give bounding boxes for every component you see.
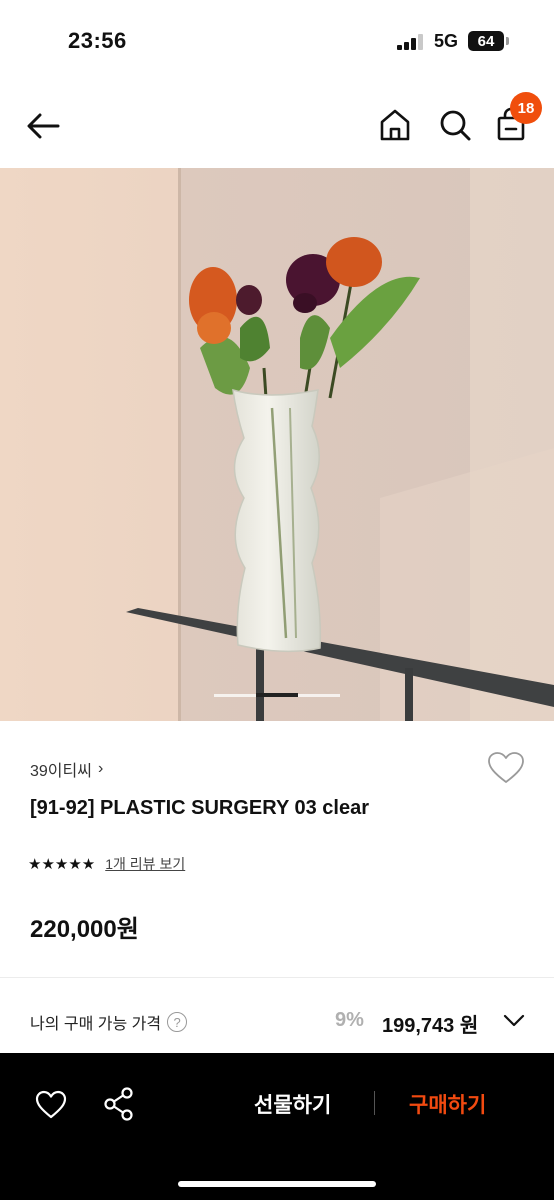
home-indicator: [178, 1181, 376, 1187]
rating-row: ★★★★★ 1개 리뷰 보기: [28, 854, 185, 874]
status-bar: 23:56 5G 64: [0, 0, 554, 84]
gift-button[interactable]: 선물하기: [254, 1089, 331, 1119]
product-image[interactable]: [0, 168, 554, 721]
help-icon[interactable]: ?: [167, 1012, 188, 1032]
review-link[interactable]: 1개 리뷰 보기: [105, 854, 185, 874]
gallery-indicator-active: [256, 693, 298, 697]
divider: [374, 1091, 375, 1115]
status-time: 23:56: [68, 28, 127, 53]
my-price-value: 199,743 원: [382, 1015, 479, 1037]
my-price-label-group: 나의 구매 가능 가격 ?: [30, 1010, 188, 1034]
chevron-down-icon[interactable]: [502, 1010, 526, 1030]
share-icon[interactable]: [102, 1086, 136, 1122]
brand-name: 39이티씨: [30, 763, 92, 780]
top-navigation: [0, 84, 554, 168]
product-title: [91-92] PLASTIC SURGERY 03 clear: [30, 797, 370, 819]
star-rating: ★★★★★: [28, 856, 96, 873]
signal-icon: [397, 34, 425, 50]
my-price-row[interactable]: 나의 구매 가능 가격 ? 9% 199,743 원: [0, 978, 554, 1053]
discount-rate: 9%: [335, 1009, 364, 1031]
buy-button[interactable]: 구매하기: [409, 1089, 486, 1119]
search-icon[interactable]: [436, 105, 474, 145]
battery-level: 64: [477, 32, 495, 50]
back-arrow-icon[interactable]: [24, 106, 64, 146]
brand-link[interactable]: 39이티씨 ›: [30, 757, 103, 781]
bottom-action-bar: 선물하기 구매하기: [0, 1053, 554, 1200]
home-icon[interactable]: [376, 105, 414, 145]
heart-icon[interactable]: [34, 1089, 68, 1121]
battery-icon: 64: [468, 31, 509, 51]
wishlist-heart-icon[interactable]: [486, 750, 526, 786]
my-price-label: 나의 구매 가능 가격: [30, 1016, 162, 1033]
product-price: 220,000원: [30, 916, 139, 943]
network-type: 5G: [434, 31, 459, 51]
cart-count-badge: 18: [510, 92, 542, 124]
chevron-right-icon: ›: [97, 760, 104, 777]
